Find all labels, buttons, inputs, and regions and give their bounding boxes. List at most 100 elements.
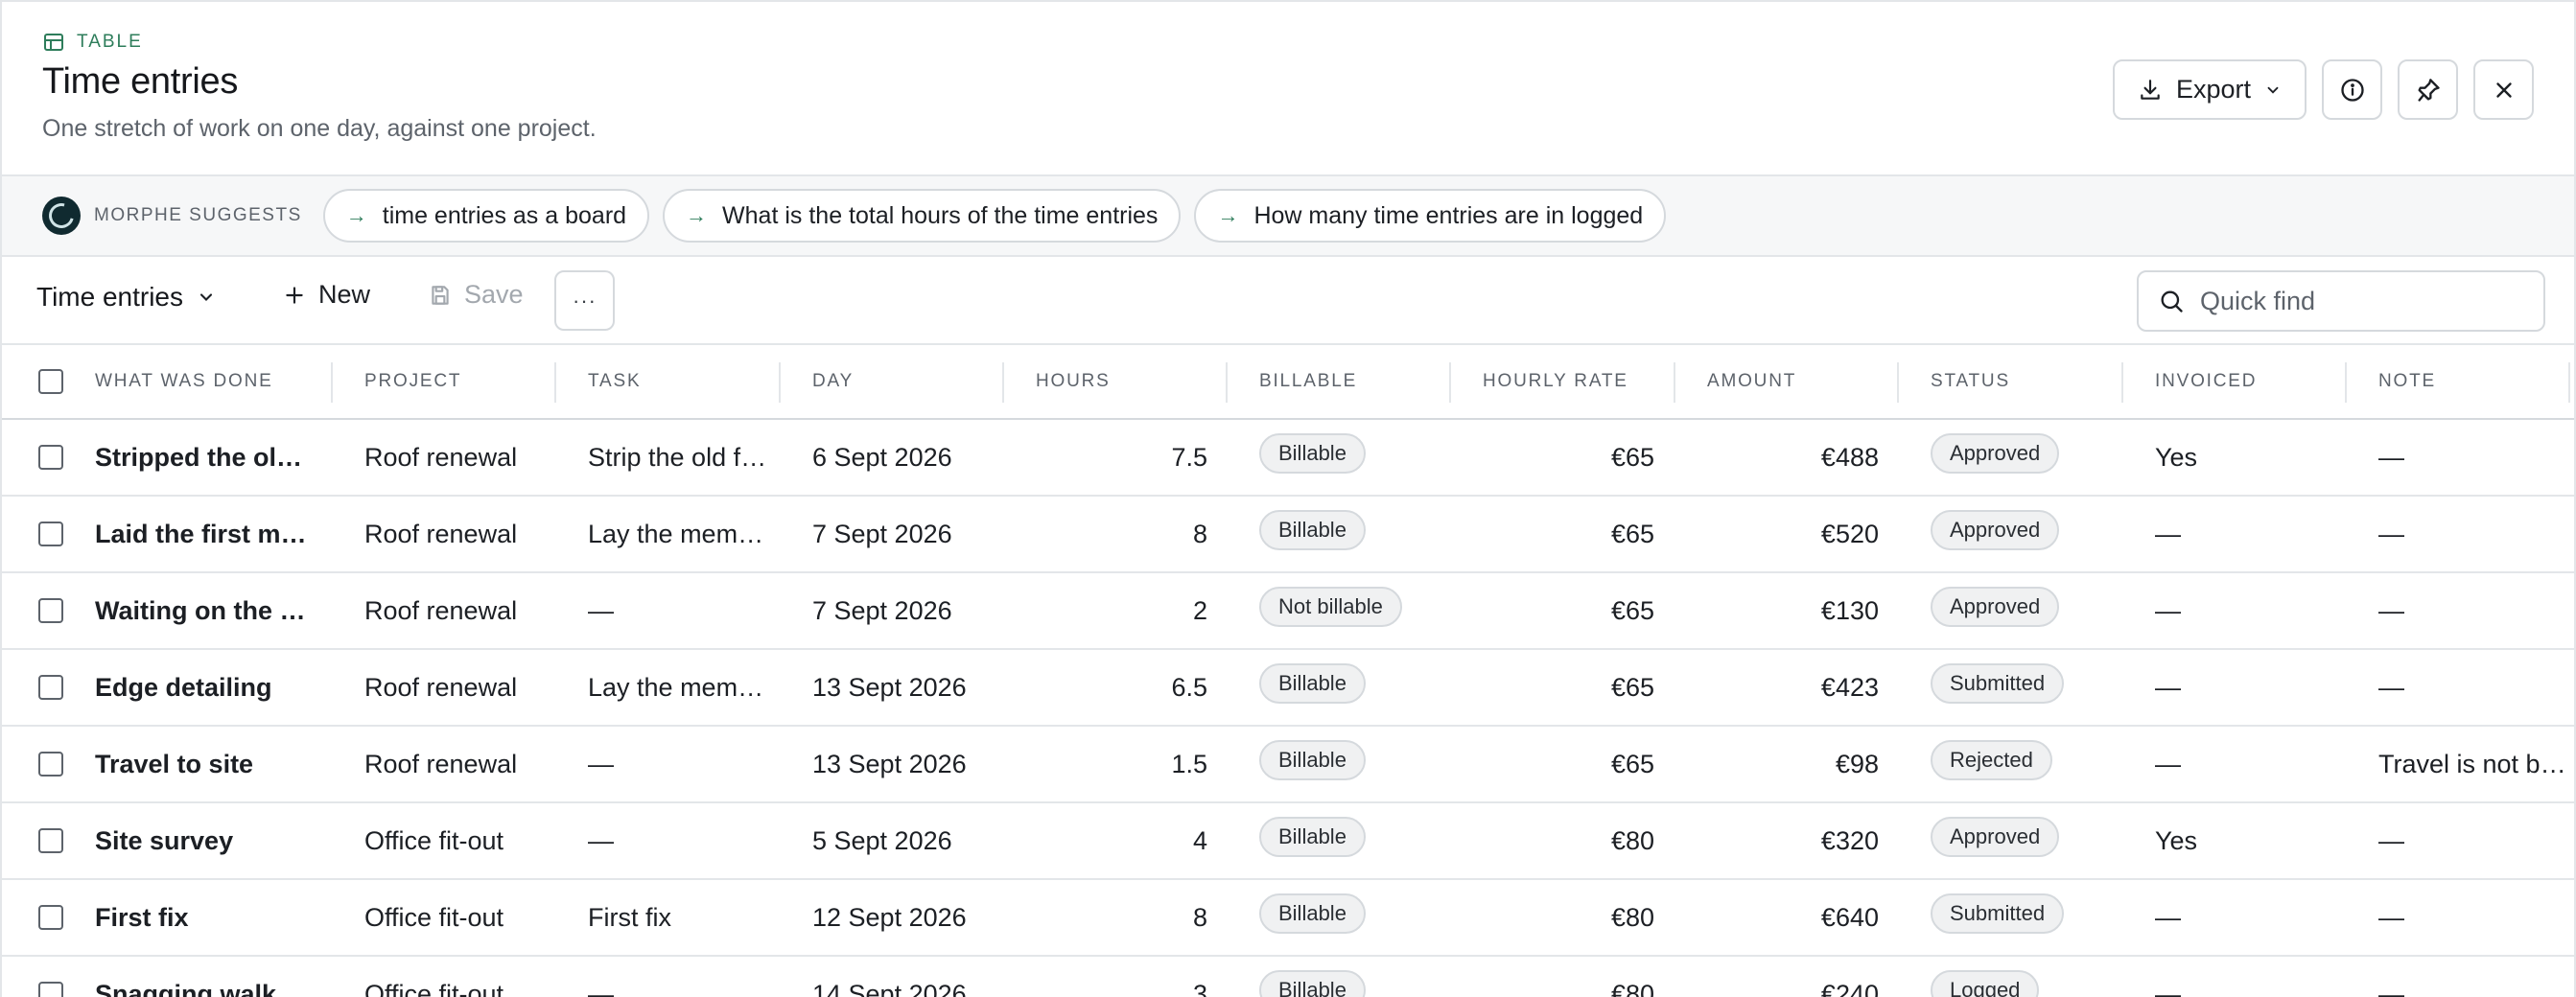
- suggestion-chip-label: How many time entries are in logged: [1253, 201, 1644, 229]
- arrow-right-icon: →: [345, 203, 367, 227]
- cell-hourly-rate: €65: [1610, 595, 1654, 625]
- cell-hours: 7.5: [1171, 442, 1207, 472]
- table-row[interactable]: Laid the first me… Roof renewal Lay the …: [2, 497, 2574, 573]
- suggestion-chip[interactable]: → What is the total hours of the time en…: [663, 189, 1182, 243]
- billable-badge: Billable: [1259, 433, 1366, 474]
- chevron-down-icon: [199, 293, 213, 301]
- column-header-day[interactable]: DAY: [812, 345, 854, 418]
- export-button[interactable]: Export: [2113, 59, 2307, 120]
- column-header-invoiced[interactable]: INVOICED: [2155, 345, 2257, 418]
- suggestion-chip-label: What is the total hours of the time entr…: [722, 201, 1159, 229]
- column-header-what-was-done[interactable]: WHAT WAS DONE: [95, 345, 273, 418]
- table-row[interactable]: Stripped the old … Roof renewal Strip th…: [2, 420, 2574, 497]
- column-header-project[interactable]: PROJECT: [364, 345, 461, 418]
- cell-day: 13 Sept 2026: [812, 672, 967, 702]
- cell-status: Approved: [1931, 803, 2113, 878]
- cell-billable: Billable: [1259, 650, 1441, 725]
- billable-badge: Billable: [1259, 893, 1366, 934]
- cell-project: Roof renewal: [364, 519, 518, 548]
- cell-what-was-done: First fix: [95, 902, 189, 932]
- column-divider[interactable]: [1002, 362, 1004, 403]
- row-checkbox[interactable]: [38, 828, 63, 853]
- table-row[interactable]: Edge detailing Roof renewal Lay the mem……: [2, 650, 2574, 727]
- save-label: Save: [464, 280, 524, 309]
- column-divider[interactable]: [2345, 362, 2347, 403]
- more-icon: ···: [573, 288, 597, 313]
- suggestion-chip[interactable]: → time entries as a board: [322, 189, 650, 243]
- row-checkbox[interactable]: [38, 982, 63, 997]
- view-selector[interactable]: Time entries: [36, 282, 216, 313]
- cell-invoiced: —: [2155, 749, 2181, 778]
- suggestion-bar: MORPHE SUGGESTS → time entries as a boar…: [2, 174, 2574, 257]
- status-badge: Approved: [1931, 817, 2060, 857]
- column-divider[interactable]: [779, 362, 781, 403]
- cell-what-was-done: Stripped the old …: [95, 442, 311, 472]
- column-divider[interactable]: [554, 362, 556, 403]
- cell-invoiced: —: [2155, 902, 2181, 932]
- cell-project: Office fit-out: [364, 825, 504, 855]
- column-header-hourly-rate[interactable]: HOURLY RATE: [1483, 345, 1628, 418]
- search-icon: [2161, 290, 2183, 313]
- cell-task: —: [588, 595, 614, 625]
- column-header-status[interactable]: STATUS: [1931, 345, 2010, 418]
- cell-amount: €240: [1820, 979, 1879, 997]
- column-divider[interactable]: [1449, 362, 1451, 403]
- column-divider[interactable]: [2568, 362, 2570, 403]
- row-checkbox[interactable]: [38, 598, 63, 623]
- billable-badge: Billable: [1259, 817, 1366, 857]
- table-row[interactable]: First fix Office fit-out First fix 12 Se…: [2, 880, 2574, 957]
- row-checkbox[interactable]: [38, 905, 63, 930]
- column-header-amount[interactable]: AMOUNT: [1707, 345, 1796, 418]
- table-row[interactable]: Travel to site Roof renewal — 13 Sept 20…: [2, 727, 2574, 803]
- new-button[interactable]: New: [282, 280, 370, 310]
- cell-what-was-done: Site survey: [95, 825, 234, 855]
- table-view-panel: TABLE Time entries One stretch of work o…: [0, 0, 2576, 997]
- row-checkbox[interactable]: [38, 522, 63, 546]
- cell-billable: Billable: [1259, 420, 1441, 495]
- column-divider[interactable]: [331, 362, 333, 403]
- table-toolbar: Time entries New Save ···: [2, 257, 2574, 345]
- cell-hourly-rate: €65: [1610, 442, 1654, 472]
- cell-project: Office fit-out: [364, 979, 504, 997]
- row-checkbox[interactable]: [38, 752, 63, 777]
- select-all-checkbox[interactable]: [38, 369, 63, 394]
- cell-status: Approved: [1931, 420, 2113, 495]
- search-input[interactable]: [2200, 286, 2517, 316]
- pin-button[interactable]: [2398, 59, 2458, 120]
- column-divider[interactable]: [1674, 362, 1675, 403]
- page-subtitle: One stretch of work on one day, against …: [42, 115, 597, 142]
- cell-day: 7 Sept 2026: [812, 519, 952, 548]
- column-divider[interactable]: [1897, 362, 1899, 403]
- info-button[interactable]: [2322, 59, 2382, 120]
- close-button[interactable]: [2473, 59, 2534, 120]
- column-header-note[interactable]: NOTE: [2378, 345, 2436, 418]
- save-button[interactable]: Save: [428, 280, 524, 310]
- more-actions-button[interactable]: ···: [554, 270, 615, 331]
- column-header-task[interactable]: TASK: [588, 345, 641, 418]
- cell-amount: €320: [1820, 825, 1879, 855]
- quick-find[interactable]: [2137, 270, 2545, 332]
- row-checkbox[interactable]: [38, 675, 63, 700]
- cell-hours: 4: [1192, 825, 1207, 855]
- status-badge: Approved: [1931, 433, 2060, 474]
- suggestion-chip[interactable]: → How many time entries are in logged: [1194, 189, 1667, 243]
- cell-task: Lay the mem…: [588, 519, 764, 548]
- cell-invoiced: Yes: [2155, 442, 2198, 472]
- row-checkbox[interactable]: [38, 445, 63, 470]
- cell-note: —: [2378, 825, 2404, 855]
- status-badge: Submitted: [1931, 893, 2065, 934]
- column-header-billable[interactable]: BILLABLE: [1259, 345, 1357, 418]
- cell-project: Roof renewal: [364, 672, 518, 702]
- table-row[interactable]: Waiting on the cr… Roof renewal — 7 Sept…: [2, 573, 2574, 650]
- cell-day: 6 Sept 2026: [812, 442, 952, 472]
- cell-day: 14 Sept 2026: [812, 979, 967, 997]
- column-divider[interactable]: [1226, 362, 1228, 403]
- table-row[interactable]: Site survey Office fit-out — 5 Sept 2026…: [2, 803, 2574, 880]
- cell-status: Logged: [1931, 957, 2113, 997]
- info-icon: [2340, 78, 2364, 102]
- cell-hourly-rate: €65: [1610, 672, 1654, 702]
- column-divider[interactable]: [2121, 362, 2123, 403]
- table-row[interactable]: Snagging walk Office fit-out — 14 Sept 2…: [2, 957, 2574, 997]
- column-header-hours[interactable]: HOURS: [1036, 345, 1111, 418]
- cell-billable: Billable: [1259, 727, 1441, 801]
